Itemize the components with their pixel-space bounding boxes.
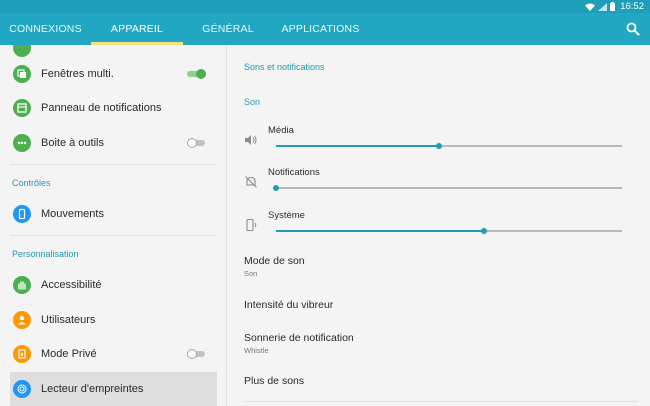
notification-muted-icon xyxy=(245,176,257,188)
volume-row-system: Système xyxy=(244,210,639,250)
status-bar: 16:52 xyxy=(0,0,650,13)
section-divider xyxy=(10,164,217,165)
sidebar-item-label: Lecteur d'empreintes xyxy=(41,383,144,395)
sidebar-item-toolbox[interactable]: Boite à outils xyxy=(10,126,217,160)
setting-sound-mode[interactable]: Mode de son Son xyxy=(244,255,634,278)
volume-slider-fill xyxy=(276,229,484,232)
wifi-icon xyxy=(585,3,596,11)
setting-subtitle: Son xyxy=(244,269,258,278)
status-time: 16:52 xyxy=(620,1,644,12)
volume-label: Système xyxy=(268,210,305,221)
volume-label: Média xyxy=(268,125,294,136)
sidebar-item-motions[interactable]: Mouvements xyxy=(10,197,217,231)
users-icon xyxy=(13,311,31,329)
tab-applications[interactable]: APPLICATIONS xyxy=(273,13,368,45)
volume-slider-knob[interactable] xyxy=(480,227,487,234)
setting-vibration-intensity[interactable]: Intensité du vibreur xyxy=(244,299,634,311)
volume-slider-knob[interactable] xyxy=(435,142,442,149)
sidebar-item-private-mode[interactable]: Mode Privé xyxy=(10,337,217,371)
tab-connexions[interactable]: CONNEXIONS xyxy=(0,13,91,45)
section-header-personalisation: Personnalisation xyxy=(12,249,79,259)
setting-title: Intensité du vibreur xyxy=(244,299,334,311)
setting-notification-ringtone[interactable]: Sonnerie de notification Whistle xyxy=(244,332,634,355)
multi-window-toggle[interactable] xyxy=(187,69,207,79)
volume-row-media: Média xyxy=(244,125,639,165)
sidebar-item-fingerprint[interactable]: Lecteur d'empreintes xyxy=(10,372,217,406)
section-header-controls: Contrôles xyxy=(12,178,51,188)
settings-panel: Sons et notifications Son Média Notifica… xyxy=(227,45,650,406)
sidebar: Fenêtres multi. Panneau de notifications… xyxy=(0,45,227,406)
setting-title: Sonnerie de notification xyxy=(244,332,354,344)
tab-bar: CONNEXIONS APPAREIL GÉNÉRAL APPLICATIONS xyxy=(0,13,650,45)
section-divider xyxy=(10,235,217,236)
sidebar-item-multi-window[interactable]: Fenêtres multi. xyxy=(10,57,217,91)
private-mode-icon xyxy=(13,345,31,363)
battery-icon xyxy=(610,2,616,11)
volume-slider[interactable] xyxy=(276,227,622,234)
system-sound-icon xyxy=(246,218,257,232)
volume-row-notifications: Notifications xyxy=(244,167,639,207)
status-icons: 16:52 xyxy=(585,0,644,13)
private-mode-toggle[interactable] xyxy=(187,349,207,359)
fingerprint-icon xyxy=(13,380,31,398)
toolbox-icon xyxy=(13,134,31,152)
sidebar-item-label: Boite à outils xyxy=(41,137,104,149)
sidebar-item-label: Mouvements xyxy=(41,208,104,220)
volume-label: Notifications xyxy=(268,167,320,178)
page-title: Sons et notifications xyxy=(244,62,325,72)
sidebar-item-label: Utilisateurs xyxy=(41,314,96,326)
no-signal-icon xyxy=(598,2,608,11)
sidebar-item-accessibility[interactable]: Accessibilité xyxy=(10,268,217,302)
toolbox-toggle[interactable] xyxy=(187,138,207,148)
sidebar-item-notification-panel[interactable]: Panneau de notifications xyxy=(10,91,217,125)
setting-title: Mode de son xyxy=(244,255,305,267)
sidebar-item-label: Mode Privé xyxy=(41,348,97,360)
sidebar-item-label: Fenêtres multi. xyxy=(41,68,114,80)
list-divider xyxy=(244,401,638,402)
tab-general[interactable]: GÉNÉRAL xyxy=(183,13,273,45)
setting-more-sounds[interactable]: Plus de sons xyxy=(244,375,634,387)
volume-slider-fill xyxy=(276,144,439,147)
setting-title: Plus de sons xyxy=(244,375,305,387)
sidebar-item-users[interactable]: Utilisateurs xyxy=(10,303,217,337)
settings-icon xyxy=(13,45,31,57)
motion-icon xyxy=(13,205,31,223)
sidebar-item-label: Panneau de notifications xyxy=(41,102,162,114)
accessibility-icon xyxy=(13,276,31,294)
setting-subtitle: Whistle xyxy=(244,346,269,355)
volume-slider[interactable] xyxy=(276,142,622,149)
section-header-sound: Son xyxy=(244,97,261,107)
volume-slider[interactable] xyxy=(273,184,622,191)
search-icon[interactable] xyxy=(626,22,640,36)
sidebar-item-label: Accessibilité xyxy=(41,279,102,291)
tab-appareil[interactable]: APPAREIL xyxy=(91,13,183,45)
speaker-icon xyxy=(245,135,257,145)
volume-slider-knob[interactable] xyxy=(273,184,279,191)
multi-window-icon xyxy=(13,65,31,83)
notification-panel-icon xyxy=(13,99,31,117)
